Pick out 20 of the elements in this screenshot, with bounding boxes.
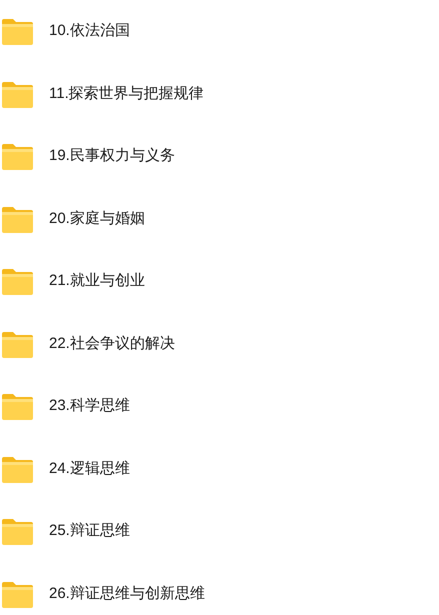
folder-icon[interactable] (2, 80, 33, 108)
folder-icon[interactable] (2, 517, 33, 546)
folder-icon[interactable] (2, 330, 33, 358)
folder-name[interactable]: 25.辩证思维 (49, 520, 130, 542)
folder-name[interactable]: 21.就业与创业 (49, 270, 145, 292)
folder-name[interactable]: 10.依法治国 (49, 20, 130, 42)
folder-icon[interactable] (2, 454, 33, 483)
folder-name[interactable]: 24.逻辑思维 (49, 458, 130, 480)
folder-icon[interactable] (2, 267, 33, 296)
folder-name[interactable]: 11.探索世界与把握规律 (49, 82, 204, 105)
folder-icon[interactable] (2, 17, 33, 46)
folder-name[interactable]: 19.民事权力与义务 (49, 145, 175, 168)
folder-name[interactable]: 22.社会争议的解决 (49, 332, 175, 355)
folder-icon[interactable] (2, 392, 33, 420)
folder-name[interactable]: 26.辩证思维与创新思维 (49, 582, 205, 605)
folder-icon[interactable] (2, 580, 33, 608)
folder-icon[interactable] (2, 204, 33, 233)
folder-icon[interactable] (2, 142, 33, 170)
folder-name[interactable]: 23.科学思维 (49, 395, 130, 418)
folder-name[interactable]: 20.家庭与婚姻 (49, 208, 145, 230)
